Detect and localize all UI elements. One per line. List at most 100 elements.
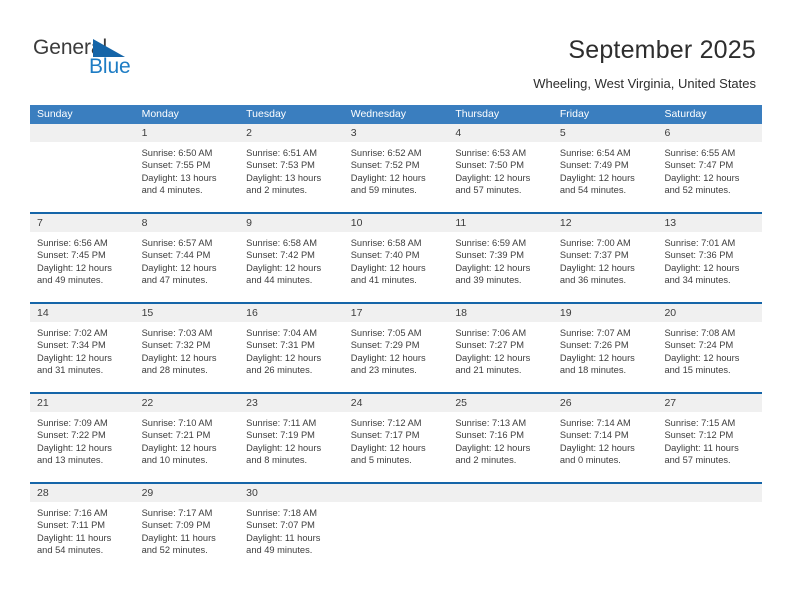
day-details: Sunrise: 6:56 AM Sunset: 7:45 PM Daylight:… [30, 232, 135, 302]
calendar-day-cell[interactable]: 4 Sunrise: 6:53 AM Sunset: 7:50 PM Daylight… [448, 124, 553, 212]
day-number: 3 [343, 124, 449, 142]
sunset-text: Sunset: 7:31 PM [246, 340, 315, 351]
day-number: 23 [239, 394, 344, 412]
calendar-day-cell[interactable]: 8 Sunrise: 6:57 AM Sunset: 7:44 PM Daylight… [134, 214, 240, 302]
daylight-text-line2: and 21 minutes. [455, 365, 522, 376]
daylight-text-line1: Daylight: 13 hours [246, 172, 322, 183]
day-details: Sunrise: 6:57 AM Sunset: 7:44 PM Daylight:… [134, 232, 240, 302]
daylight-text-line1: Daylight: 12 hours [350, 442, 426, 453]
day-details: Sunrise: 7:12 AM Sunset: 7:17 PM Daylight:… [343, 412, 449, 482]
daylight-text-line1: Daylight: 12 hours [141, 262, 217, 273]
calendar-day-cell[interactable]: 27 Sunrise: 7:15 AM Sunset: 7:12 PM Dayligh… [657, 394, 763, 482]
sunset-text: Sunset: 7:36 PM [664, 250, 734, 261]
day-details: Sunrise: 6:54 AM Sunset: 7:49 PM Daylight:… [552, 142, 658, 212]
day-details: Sunrise: 7:13 AM Sunset: 7:16 PM Daylight:… [448, 412, 553, 482]
daylight-text-line1: Daylight: 11 hours [141, 532, 216, 543]
calendar-day-cell[interactable]: 7 Sunrise: 6:56 AM Sunset: 7:45 PM Daylight… [30, 214, 135, 302]
day-number: 13 [657, 214, 763, 232]
day-details: Sunrise: 7:04 AM Sunset: 7:31 PM Daylight:… [239, 322, 344, 392]
daylight-text-line1: Daylight: 12 hours [664, 352, 740, 363]
day-number: 17 [343, 304, 449, 322]
daylight-text-line1: Daylight: 12 hours [559, 172, 635, 183]
calendar-day-cell[interactable]: 1 Sunrise: 6:50 AM Sunset: 7:55 PM Daylight… [134, 124, 240, 212]
day-number: 12 [552, 214, 658, 232]
sunset-text: Sunset: 7:42 PM [246, 250, 315, 261]
day-details: Sunrise: 7:08 AM Sunset: 7:24 PM Daylight:… [657, 322, 763, 392]
day-number: 30 [239, 484, 344, 502]
calendar-day-cell[interactable]: 26 Sunrise: 7:14 AM Sunset: 7:14 PM Dayligh… [552, 394, 658, 482]
calendar-day-cell[interactable]: 11 Sunrise: 6:59 AM Sunset: 7:39 PM Dayligh… [448, 214, 553, 302]
calendar-day-cell[interactable]: 22 Sunrise: 7:10 AM Sunset: 7:21 PM Dayligh… [134, 394, 240, 482]
calendar-day-cell[interactable]: 21 Sunrise: 7:09 AM Sunset: 7:22 PM Dayligh… [30, 394, 135, 482]
sunrise-text: Sunrise: 6:56 AM [37, 238, 108, 248]
calendar-day-cell[interactable]: 10 Sunrise: 6:58 AM Sunset: 7:40 PM Dayligh… [343, 214, 449, 302]
day-details: Sunrise: 6:58 AM Sunset: 7:40 PM Daylight:… [343, 232, 449, 302]
daylight-text-line2: and 52 minutes. [664, 185, 731, 196]
calendar-day-cell[interactable]: 24 Sunrise: 7:12 AM Sunset: 7:17 PM Dayligh… [343, 394, 449, 482]
sunrise-text: Sunrise: 7:18 AM [246, 508, 317, 518]
calendar-day-cell[interactable]: 30 Sunrise: 7:18 AM Sunset: 7:07 PM Dayligh… [239, 484, 344, 572]
daylight-text-line1: Daylight: 12 hours [246, 352, 322, 363]
day-details: Sunrise: 6:53 AM Sunset: 7:50 PM Daylight:… [448, 142, 553, 212]
calendar-day-cell[interactable]: 29 Sunrise: 7:17 AM Sunset: 7:09 PM Dayligh… [134, 484, 240, 572]
calendar-day-cell[interactable]: 9 Sunrise: 6:58 AM Sunset: 7:42 PM Daylight… [239, 214, 344, 302]
calendar-day-cell[interactable]: 19 Sunrise: 7:07 AM Sunset: 7:26 PM Dayligh… [552, 304, 658, 392]
day-details [552, 502, 658, 572]
daylight-text-line1: Daylight: 13 hours [141, 172, 217, 183]
daylight-text-line2: and 39 minutes. [455, 275, 522, 286]
day-details: Sunrise: 6:59 AM Sunset: 7:39 PM Daylight:… [448, 232, 553, 302]
calendar-day-cell[interactable]: 16 Sunrise: 7:04 AM Sunset: 7:31 PM Dayligh… [239, 304, 344, 392]
daylight-text-line1: Daylight: 12 hours [559, 352, 635, 363]
calendar-day-cell[interactable]: 3 Sunrise: 6:52 AM Sunset: 7:52 PM Daylight… [343, 124, 449, 212]
general-blue-logo[interactable]: General Blue [33, 36, 173, 86]
day-number: 19 [552, 304, 658, 322]
calendar-weeks: 1 Sunrise: 6:50 AM Sunset: 7:55 PM Daylight… [30, 124, 763, 572]
sunrise-text: Sunrise: 7:11 AM [246, 418, 317, 428]
calendar-day-cell[interactable]: 2 Sunrise: 6:51 AM Sunset: 7:53 PM Daylight… [239, 124, 344, 212]
day-details: Sunrise: 6:52 AM Sunset: 7:52 PM Daylight:… [343, 142, 449, 212]
calendar-day-cell[interactable]: 20 Sunrise: 7:08 AM Sunset: 7:24 PM Dayligh… [657, 304, 763, 392]
calendar-day-cell[interactable]: 14 Sunrise: 7:02 AM Sunset: 7:34 PM Dayligh… [30, 304, 135, 392]
sunset-text: Sunset: 7:21 PM [141, 430, 211, 441]
calendar-day-cell[interactable]: 15 Sunrise: 7:03 AM Sunset: 7:32 PM Dayligh… [134, 304, 240, 392]
sunrise-text: Sunrise: 7:04 AM [246, 328, 317, 338]
daylight-text-line2: and 57 minutes. [455, 185, 522, 196]
sunset-text: Sunset: 7:24 PM [664, 340, 734, 351]
day-details: Sunrise: 7:03 AM Sunset: 7:32 PM Daylight:… [134, 322, 240, 392]
calendar-day-cell[interactable]: 17 Sunrise: 7:05 AM Sunset: 7:29 PM Dayligh… [343, 304, 449, 392]
sunset-text: Sunset: 7:19 PM [246, 430, 315, 441]
day-details: Sunrise: 7:05 AM Sunset: 7:29 PM Daylight:… [343, 322, 449, 392]
daylight-text-line1: Daylight: 12 hours [350, 262, 426, 273]
weekday-thursday: Thursday [455, 108, 500, 120]
daylight-text-line2: and 26 minutes. [246, 365, 313, 376]
day-details [343, 502, 449, 572]
day-details [30, 142, 135, 212]
daylight-text-line2: and 49 minutes. [37, 275, 104, 286]
sunrise-text: Sunrise: 6:58 AM [246, 238, 317, 248]
calendar-day-cell[interactable]: 5 Sunrise: 6:54 AM Sunset: 7:49 PM Daylight… [552, 124, 658, 212]
calendar-day-cell[interactable]: 28 Sunrise: 7:16 AM Sunset: 7:11 PM Dayligh… [30, 484, 135, 572]
calendar-day-cell[interactable]: 6 Sunrise: 6:55 AM Sunset: 7:47 PM Daylight… [657, 124, 763, 212]
daylight-text-line1: Daylight: 12 hours [455, 352, 531, 363]
daylight-text-line2: and 54 minutes. [37, 545, 104, 556]
calendar-day-cell[interactable]: 18 Sunrise: 7:06 AM Sunset: 7:27 PM Dayligh… [448, 304, 553, 392]
daylight-text-line1: Daylight: 12 hours [37, 442, 112, 453]
sunrise-text: Sunrise: 6:52 AM [350, 148, 422, 158]
day-number: 6 [657, 124, 763, 142]
calendar-day-cell-empty [657, 484, 763, 572]
day-number: 9 [239, 214, 344, 232]
logo-text-blue: Blue [89, 55, 131, 78]
calendar-day-cell[interactable]: 25 Sunrise: 7:13 AM Sunset: 7:16 PM Dayligh… [448, 394, 553, 482]
calendar-day-cell[interactable]: 12 Sunrise: 7:00 AM Sunset: 7:37 PM Dayligh… [552, 214, 658, 302]
daylight-text-line1: Daylight: 12 hours [350, 352, 426, 363]
day-number: 8 [134, 214, 240, 232]
sunset-text: Sunset: 7:34 PM [37, 340, 106, 351]
calendar-week: 14 Sunrise: 7:02 AM Sunset: 7:34 PM Dayligh… [30, 302, 763, 392]
daylight-text-line2: and 18 minutes. [559, 365, 627, 376]
day-details: Sunrise: 7:02 AM Sunset: 7:34 PM Daylight:… [30, 322, 135, 392]
day-number [30, 124, 135, 142]
calendar-day-cell[interactable]: 23 Sunrise: 7:11 AM Sunset: 7:19 PM Dayligh… [239, 394, 344, 482]
day-number: 14 [30, 304, 135, 322]
sunset-text: Sunset: 7:12 PM [664, 430, 734, 441]
calendar-day-cell[interactable]: 13 Sunrise: 7:01 AM Sunset: 7:36 PM Dayligh… [657, 214, 763, 302]
